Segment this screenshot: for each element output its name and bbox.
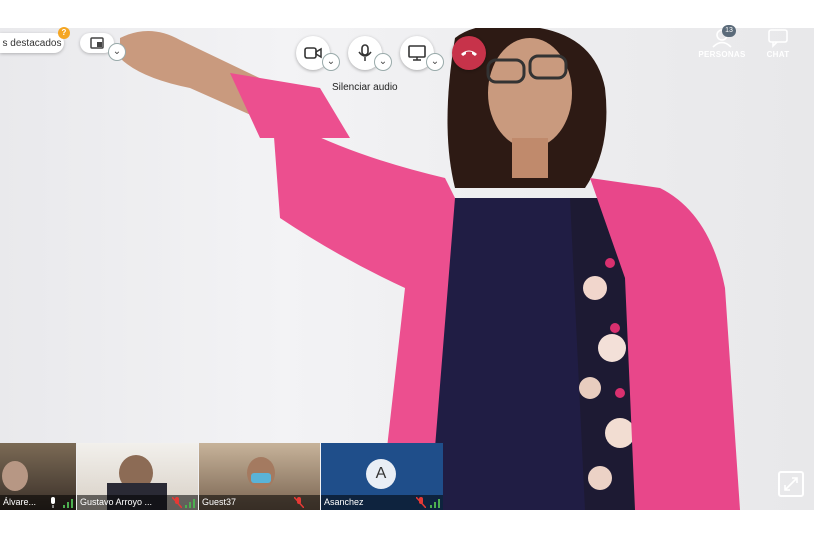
thumbnail-1[interactable]: Álvare... (0, 443, 76, 510)
layout-icon (90, 37, 104, 49)
featured-videos-pill[interactable]: s destacados (0, 33, 64, 53)
mic-chevron[interactable]: ⌄ (374, 53, 392, 71)
avatar: A (366, 459, 396, 489)
layout-chevron[interactable]: ⌄ (108, 43, 126, 61)
screen-share-icon (408, 45, 426, 61)
people-count-badge: 13 (722, 25, 736, 37)
microphone-icon (358, 44, 372, 61)
mic-tooltip: Silenciar audio (332, 82, 398, 93)
microphone-muted-icon (172, 497, 182, 508)
help-badge[interactable]: ? (58, 27, 70, 39)
chat-icon (768, 29, 788, 48)
expand-icon[interactable] (778, 471, 804, 497)
microphone-icon (51, 497, 55, 508)
chat-button[interactable]: CHAT (760, 28, 796, 59)
camera-chevron[interactable]: ⌄ (322, 53, 340, 71)
thumbnail-3[interactable]: Guest37 (199, 443, 320, 510)
microphone-muted-icon (416, 497, 426, 508)
hangup-button[interactable] (452, 36, 486, 70)
featured-label: s destacados (2, 37, 62, 49)
people-label: PERSONAS (698, 50, 746, 59)
signal-bars-icon (63, 499, 73, 508)
expand-arrows-icon (784, 477, 798, 491)
microphone-muted-icon (294, 497, 304, 508)
video-camera-icon (304, 47, 322, 59)
thumbnail-4[interactable]: A Asanchez (321, 443, 443, 510)
chat-label: CHAT (766, 50, 790, 59)
thumbnail-2[interactable]: Gustavo Arroyo ... (77, 443, 198, 510)
screen-share-chevron[interactable]: ⌄ (426, 53, 444, 71)
phone-hangup-icon (461, 50, 477, 56)
signal-bars-icon (430, 499, 440, 508)
main-video (0, 28, 814, 510)
signal-bars-icon (185, 499, 195, 508)
